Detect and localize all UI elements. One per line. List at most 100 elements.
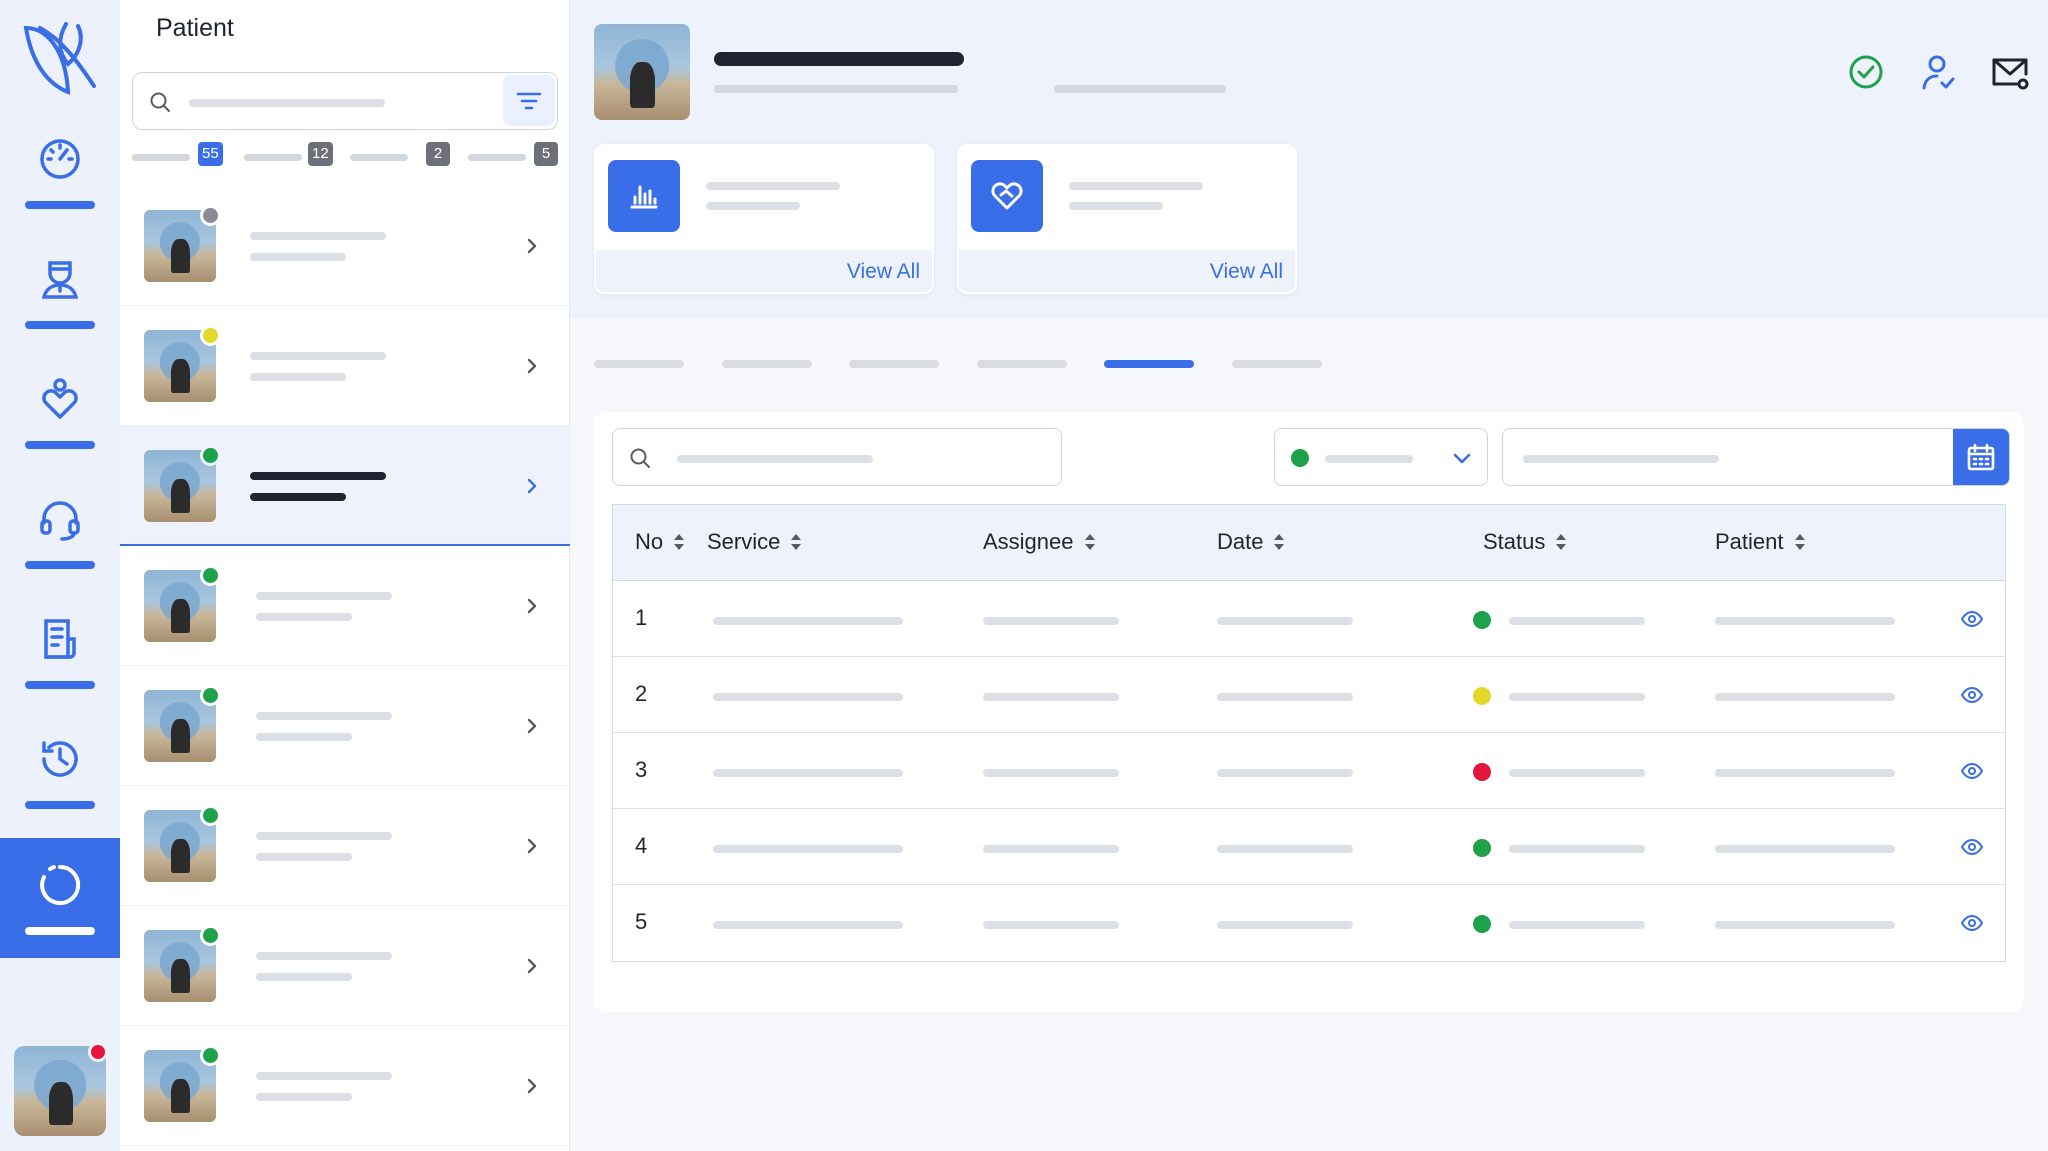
- patient-list-item[interactable]: [120, 1026, 570, 1146]
- patient-list-item[interactable]: [120, 546, 570, 666]
- section-tab[interactable]: [976, 360, 1067, 368]
- table-row[interactable]: 2: [613, 657, 2005, 733]
- table-search-input[interactable]: [612, 428, 1062, 486]
- status-dot: [1473, 763, 1491, 781]
- cell-placeholder: [1715, 921, 1895, 929]
- nav-care[interactable]: [0, 352, 120, 472]
- date-range-input[interactable]: [1502, 428, 2010, 486]
- count-badge-offline[interactable]: 5: [534, 142, 558, 166]
- headset-support-icon: [40, 501, 80, 541]
- calendar-icon: [1967, 443, 1995, 471]
- search-icon: [630, 448, 650, 468]
- view-eye-icon[interactable]: [1961, 913, 1983, 933]
- column-header-status[interactable]: Status: [1483, 529, 1567, 555]
- section-tab[interactable]: [721, 360, 812, 368]
- table-row[interactable]: 1: [613, 581, 2005, 657]
- status-filter-select[interactable]: [1274, 428, 1488, 486]
- table-row[interactable]: 4: [613, 809, 2005, 885]
- nav-activity[interactable]: [0, 838, 120, 958]
- status-dot: [1291, 449, 1309, 467]
- heart-handshake-icon: [991, 182, 1023, 210]
- view-eye-icon[interactable]: [1961, 837, 1983, 857]
- cell-placeholder: [983, 693, 1119, 701]
- patient-status-dot: [200, 325, 221, 346]
- column-header-patient[interactable]: Patient: [1715, 529, 1806, 555]
- view-eye-icon[interactable]: [1961, 761, 1983, 781]
- patient-list-item[interactable]: [120, 426, 570, 546]
- patient-meta-line: [714, 85, 958, 93]
- column-header-label: No: [635, 529, 664, 554]
- patient-meta-line: [250, 373, 346, 381]
- sort-icon: [1794, 534, 1805, 550]
- cell-placeholder: [1509, 693, 1645, 701]
- patient-list-item[interactable]: [120, 186, 570, 306]
- patient-list-item[interactable]: [120, 786, 570, 906]
- care-heart-icon: [42, 378, 78, 419]
- verified-check-icon[interactable]: [1846, 52, 1886, 92]
- patient-status-dot: [200, 565, 221, 586]
- status-dot: [1473, 915, 1491, 933]
- patient-list-item[interactable]: [120, 666, 570, 786]
- nav-support[interactable]: [0, 472, 120, 592]
- table-row[interactable]: 3: [613, 733, 2005, 809]
- view-all-link[interactable]: View All: [847, 260, 920, 284]
- patient-search-input[interactable]: [132, 72, 558, 130]
- nav-indicator: [25, 927, 95, 935]
- column-header-assignee[interactable]: Assignee: [983, 529, 1096, 555]
- summary-card-analytics: View All: [594, 144, 934, 294]
- brand-logo-icon: [23, 22, 96, 96]
- nav-history[interactable]: [0, 712, 120, 832]
- cell-placeholder: [1217, 769, 1353, 777]
- patient-avatar: [594, 24, 690, 120]
- column-header-label: Service: [707, 529, 781, 554]
- patient-status-dot: [200, 925, 221, 946]
- column-header-label: Status: [1483, 529, 1546, 554]
- section-tab[interactable]: [849, 360, 939, 368]
- mail-settings-icon[interactable]: [1990, 52, 2030, 92]
- patient-list-item[interactable]: [120, 306, 570, 426]
- nav-indicator: [25, 201, 95, 209]
- calendar-button[interactable]: [1953, 429, 2009, 485]
- nav-indicator: [25, 561, 95, 569]
- section-tab[interactable]: [1231, 360, 1322, 368]
- patient-header: View All View All: [570, 0, 2048, 318]
- cell-placeholder: [1509, 617, 1645, 625]
- view-eye-icon[interactable]: [1961, 685, 1983, 705]
- search-icon: [150, 92, 170, 112]
- nav-doctors[interactable]: [0, 232, 120, 352]
- count-badge-online[interactable]: 55: [198, 142, 223, 166]
- view-eye-icon[interactable]: [1961, 609, 1983, 629]
- patient-status-dot: [200, 685, 221, 706]
- user-check-icon[interactable]: [1918, 52, 1958, 92]
- column-header-date[interactable]: Date: [1217, 529, 1285, 555]
- services-table: No Service Assignee Date Status Patient 1 2 3 4 5: [612, 504, 2006, 962]
- cell-placeholder: [1217, 921, 1353, 929]
- table-row[interactable]: 5: [613, 885, 2005, 961]
- search-placeholder-line: [189, 99, 385, 107]
- column-header-service[interactable]: Service: [707, 529, 802, 555]
- cell-placeholder: [1217, 845, 1353, 853]
- section-tab[interactable]: [594, 360, 684, 368]
- filter-button[interactable]: [503, 75, 555, 126]
- patient-list-item[interactable]: [120, 906, 570, 1026]
- cell-placeholder: [983, 845, 1119, 853]
- view-all-link[interactable]: View All: [1210, 260, 1283, 284]
- patient-meta-line: [256, 1093, 352, 1101]
- patient-name-line: [256, 712, 392, 720]
- count-badge-away[interactable]: 12: [308, 142, 333, 166]
- patient-status-dot: [200, 205, 221, 226]
- column-header-no[interactable]: No: [635, 529, 685, 555]
- patient-meta-line: [256, 733, 352, 741]
- count-badge-busy[interactable]: 2: [426, 142, 450, 166]
- section-tab[interactable]: [1104, 360, 1194, 368]
- patient-meta-line: [256, 853, 352, 861]
- patient-name-line: [256, 952, 392, 960]
- sort-icon: [1274, 534, 1285, 550]
- table-body: 1 2 3 4 5: [613, 581, 2005, 961]
- nav-dashboard[interactable]: [0, 112, 120, 232]
- cell-placeholder: [1715, 617, 1895, 625]
- nav-indicator: [25, 801, 95, 809]
- doctor-icon: [41, 261, 79, 299]
- panel-title: Patient: [156, 14, 234, 42]
- nav-reports[interactable]: [0, 592, 120, 712]
